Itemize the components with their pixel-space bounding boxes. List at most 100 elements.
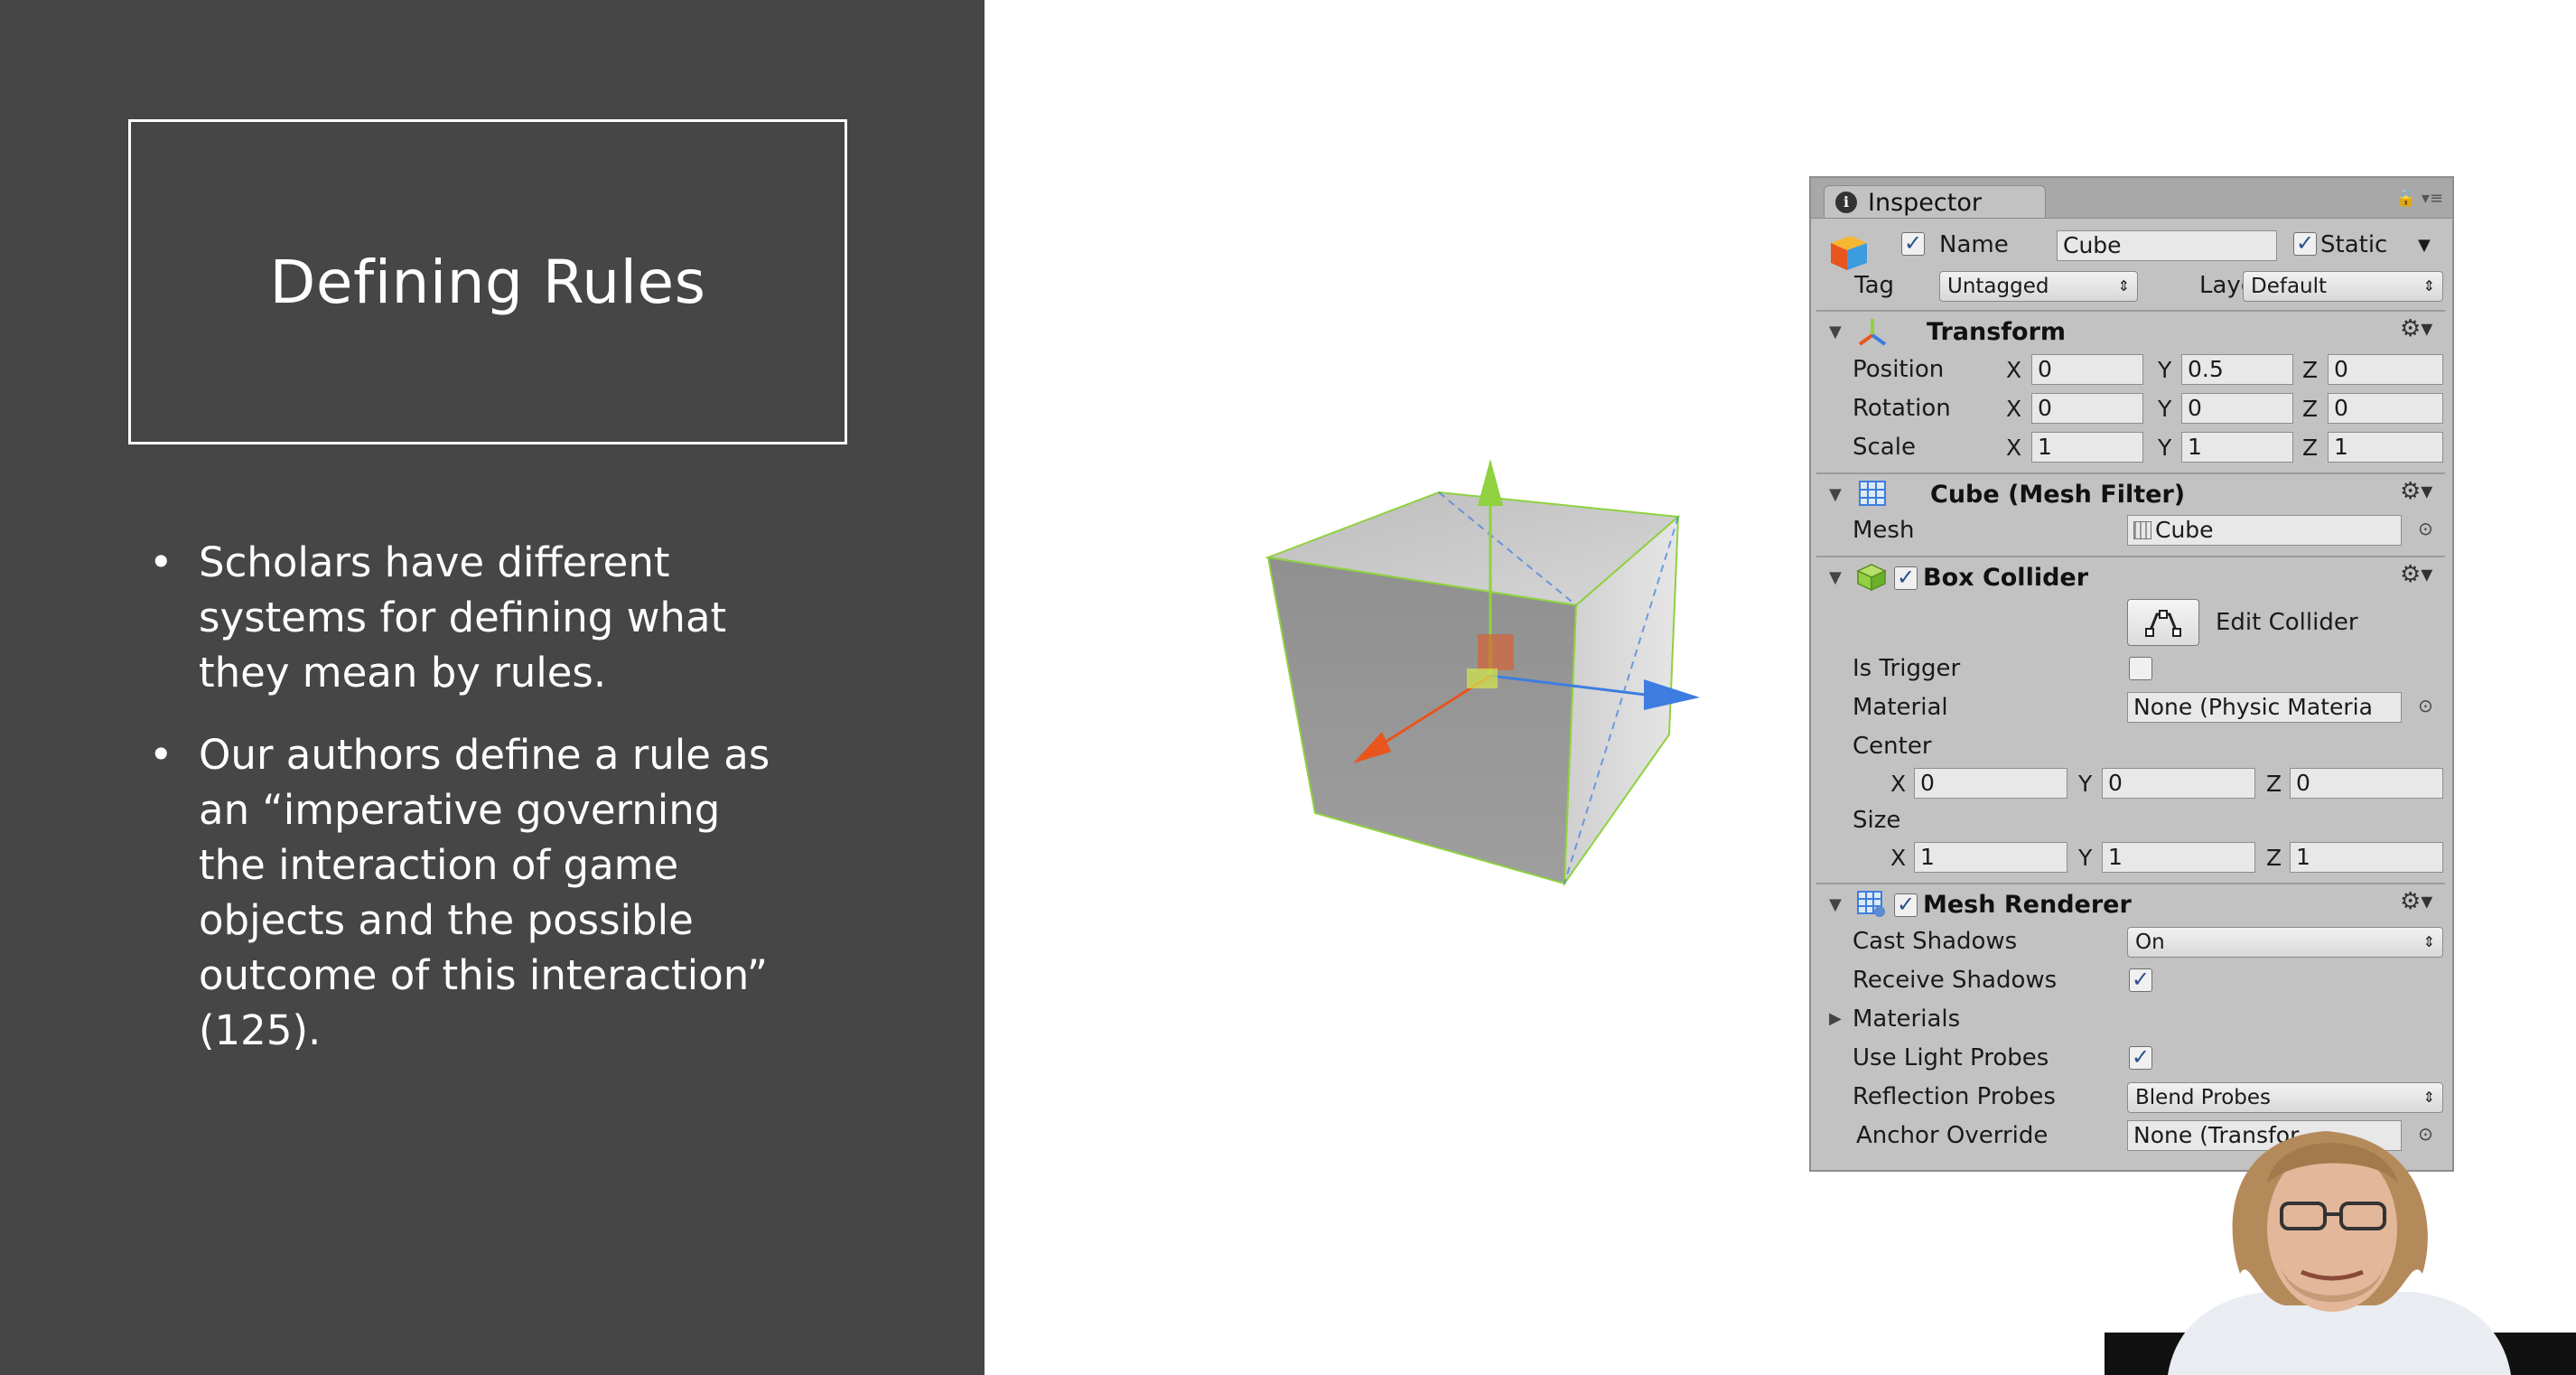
mesh-renderer-enabled-checkbox[interactable]: ✓ (1894, 893, 1918, 917)
static-checkbox[interactable]: ✓ (2293, 232, 2317, 256)
divider (1816, 472, 2445, 474)
mesh-picker-icon[interactable]: ⊙ (2418, 518, 2433, 539)
cube-object-icon (1831, 236, 1867, 270)
edit-collider-label: Edit Collider (2216, 609, 2358, 636)
box-collider-enabled-checkbox[interactable]: ✓ (1894, 566, 1918, 590)
box-collider-icon (1856, 564, 1887, 592)
updown-arrow-icon: ⇕ (2117, 277, 2130, 295)
mesh-label: Mesh (1853, 517, 1915, 544)
bullet-line: (125). (199, 1006, 322, 1054)
cube-scene-image (1265, 459, 1700, 887)
axis-x-label: X (1890, 845, 1907, 871)
rotation-x-field[interactable]: 0 (2031, 393, 2143, 424)
slide-title: Defining Rules (269, 247, 706, 317)
axis-y-label: Y (2158, 396, 2172, 422)
materials-label: Materials (1853, 1006, 1961, 1033)
divider (1816, 310, 2445, 312)
transform-icon (1858, 319, 1887, 346)
size-label: Size (1853, 807, 1901, 834)
light-probes-checkbox[interactable]: ✓ (2129, 1046, 2152, 1070)
bullet-line: Our authors define a rule as (199, 731, 770, 779)
lock-menu-icon[interactable]: 🔒 ▾≡ (2396, 189, 2443, 208)
mesh-value: Cube (2155, 517, 2214, 543)
transform-title: Transform (1927, 318, 2067, 346)
scale-z-field[interactable]: 1 (2328, 432, 2443, 463)
mesh-field[interactable]: Cube (2127, 515, 2402, 546)
static-dropdown-icon[interactable]: ▼ (2418, 236, 2431, 255)
bullet-list: • Scholars have different systems for de… (149, 535, 872, 1085)
presenter-webcam (2105, 1131, 2576, 1375)
scale-x-field[interactable]: 1 (2031, 432, 2143, 463)
bullet-item: • Scholars have different systems for de… (149, 535, 872, 700)
collapse-mesh-filter-icon[interactable]: ▼ (1829, 485, 1842, 504)
cast-shadows-dropdown[interactable]: On ⇕ (2127, 927, 2443, 958)
reflection-probes-value: Blend Probes (2135, 1086, 2272, 1109)
divider (1816, 556, 2445, 557)
collapse-mesh-renderer-icon[interactable]: ▼ (1829, 895, 1842, 914)
center-label: Center (1853, 733, 1932, 760)
center-y-field[interactable]: 0 (2102, 768, 2255, 799)
rotation-y-field[interactable]: 0 (2181, 393, 2293, 424)
info-icon: i (1835, 192, 1857, 213)
position-z-field[interactable]: 0 (2328, 354, 2443, 385)
size-x-field[interactable]: 1 (1914, 842, 2067, 873)
gizmo-y-arrow[interactable] (1478, 459, 1503, 506)
box-collider-gear-icon[interactable]: ⚙▾ (2400, 561, 2432, 588)
mesh-grid-icon (2133, 521, 2151, 539)
center-x-field[interactable]: 0 (1914, 768, 2067, 799)
axis-z-label: Z (2302, 435, 2319, 461)
collapse-box-collider-icon[interactable]: ▼ (1829, 568, 1842, 587)
cube-front-face (1266, 556, 1578, 885)
position-x-field[interactable]: 0 (2031, 354, 2143, 385)
mesh-renderer-icon (1857, 891, 1885, 917)
transform-gear-icon[interactable]: ⚙▾ (2400, 315, 2432, 342)
tab-inspector[interactable]: i Inspector (1824, 185, 2046, 218)
size-y-field[interactable]: 1 (2102, 842, 2255, 873)
mesh-filter-title: Cube (Mesh Filter) (1930, 481, 2186, 509)
size-z-field[interactable]: 1 (2290, 842, 2443, 873)
is-trigger-label: Is Trigger (1853, 655, 1961, 682)
active-checkbox[interactable]: ✓ (1901, 232, 1925, 256)
scale-y-field[interactable]: 1 (2181, 432, 2293, 463)
updown-arrow-icon: ⇕ (2422, 933, 2435, 950)
mesh-filter-gear-icon[interactable]: ⚙▾ (2400, 478, 2432, 505)
scale-label: Scale (1853, 434, 1916, 461)
axis-z-label: Z (2266, 771, 2282, 797)
bullet-dot: • (149, 538, 173, 586)
divider (1816, 883, 2445, 884)
updown-arrow-icon: ⇕ (2422, 277, 2435, 295)
axis-x-label: X (2006, 396, 2022, 422)
bullet-line: they mean by rules. (199, 649, 607, 697)
bullet-line: outcome of this interaction” (199, 951, 769, 999)
position-y-field[interactable]: 0.5 (2181, 354, 2293, 385)
axis-y-label: Y (2078, 771, 2093, 797)
layer-dropdown[interactable]: Default ⇕ (2243, 271, 2443, 302)
bullet-line: Scholars have different (199, 538, 670, 586)
mesh-renderer-gear-icon[interactable]: ⚙▾ (2400, 888, 2432, 915)
mesh-filter-icon (1859, 481, 1886, 506)
material-picker-icon[interactable]: ⊙ (2418, 695, 2433, 716)
name-field[interactable]: Cube (2057, 230, 2277, 261)
collapse-transform-icon[interactable]: ▼ (1829, 323, 1842, 341)
receive-shadows-checkbox[interactable]: ✓ (2129, 968, 2152, 992)
expand-materials-icon[interactable]: ▶ (1829, 1009, 1842, 1028)
mesh-renderer-title: Mesh Renderer (1923, 891, 2132, 919)
axis-y-label: Y (2158, 435, 2172, 461)
bullet-line: objects and the possible (199, 896, 694, 944)
gizmo-center-handle[interactable] (1478, 634, 1514, 670)
is-trigger-checkbox[interactable] (2129, 657, 2152, 680)
material-field[interactable]: None (Physic Materia (2127, 692, 2402, 723)
bullet-item: • Our authors define a rule as an “imper… (149, 727, 872, 1058)
tag-dropdown[interactable]: Untagged ⇕ (1939, 271, 2138, 302)
rotation-z-field[interactable]: 0 (2328, 393, 2443, 424)
position-label: Position (1853, 356, 1945, 383)
name-label: Name (1939, 231, 2009, 258)
rotation-label: Rotation (1853, 395, 1951, 422)
axis-y-label: Y (2158, 357, 2172, 383)
center-z-field[interactable]: 0 (2290, 768, 2443, 799)
axis-y-label: Y (2078, 845, 2093, 871)
edit-collider-icon (2145, 610, 2181, 637)
cast-shadows-label: Cast Shadows (1853, 928, 2018, 955)
edit-collider-button[interactable] (2127, 599, 2199, 646)
reflection-probes-dropdown[interactable]: Blend Probes ⇕ (2127, 1082, 2443, 1113)
